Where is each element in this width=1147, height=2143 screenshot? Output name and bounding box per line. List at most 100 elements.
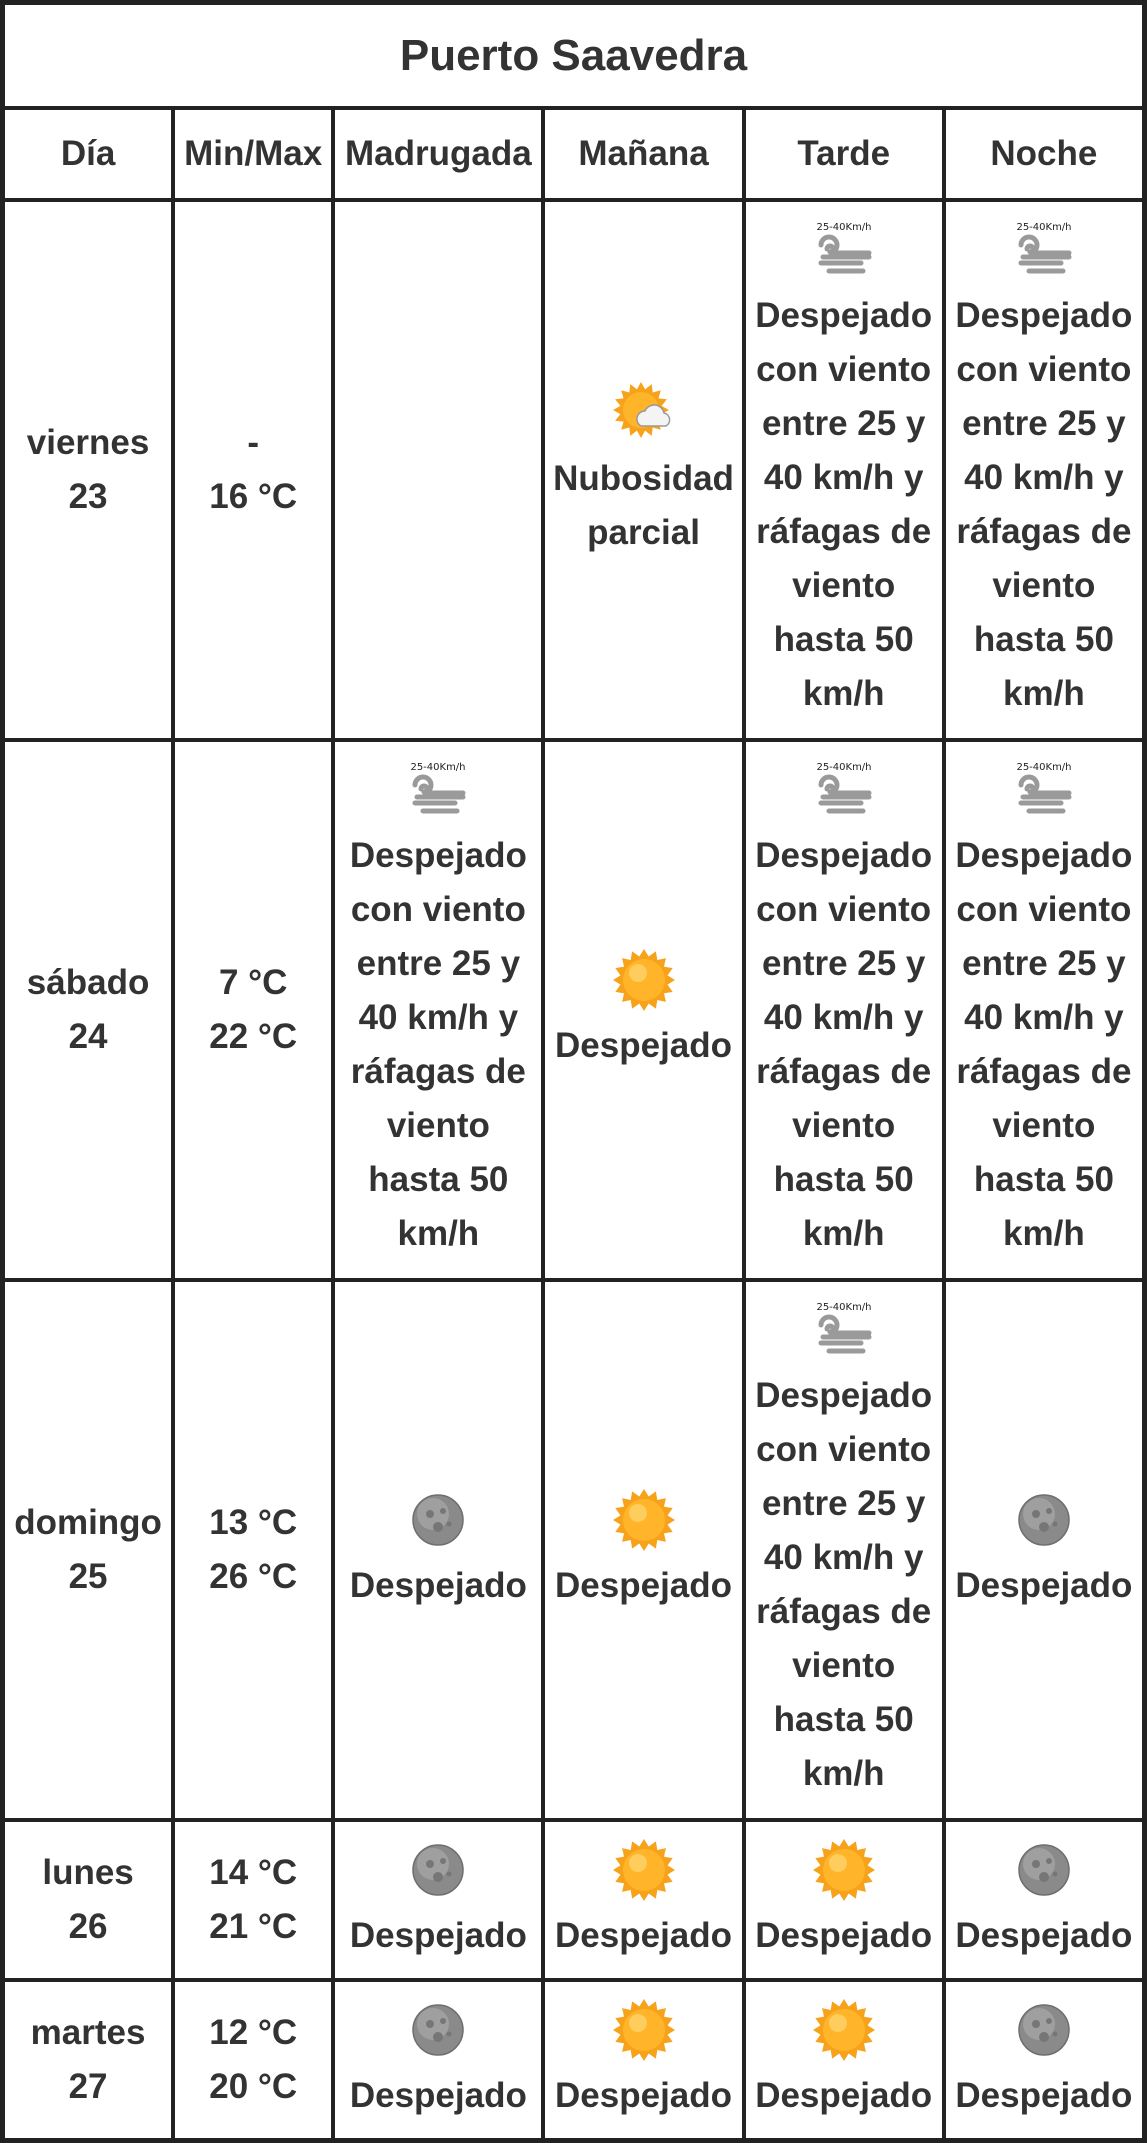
- condition-text: Despejado: [955, 1566, 1133, 1605]
- temp-min: 12 °C: [209, 2013, 298, 2052]
- period-cell-manana: Despejado: [543, 1280, 744, 1820]
- temp-min: 7 °C: [218, 963, 288, 1002]
- sun-icon: [812, 1839, 875, 1901]
- period-cell-tarde: 25-40Km/h Despejado con viento entre 25 y…: [743, 200, 944, 740]
- minmax-cell: 13 °C 26 °C: [173, 1280, 334, 1820]
- sun-icon: [612, 1839, 675, 1901]
- day-cell: viernes 23: [3, 200, 174, 740]
- day-name: viernes: [26, 423, 150, 462]
- sun-icon: [612, 1489, 675, 1551]
- day-cell: sábado 24: [3, 740, 174, 1280]
- condition-text: Despejado con viento entre 25 y 40 km/h …: [955, 296, 1133, 713]
- wind-icon: 25-40Km/h: [1016, 222, 1071, 274]
- period-cell-noche: Despejado: [943, 1820, 1144, 1980]
- condition-text: Despejado con viento entre 25 y 40 km/h …: [955, 836, 1133, 1253]
- temp-max: 26 °C: [209, 1557, 298, 1596]
- minmax-cell: 14 °C 21 °C: [173, 1820, 334, 1980]
- condition-text: Despejado con viento entre 25 y 40 km/h …: [755, 1376, 933, 1793]
- forecast-row: sábado 24 7 °C 22 °C 25-40Km/h Despejado con …: [3, 740, 1144, 1280]
- wind-speed-badge: 25-40Km/h: [411, 762, 466, 773]
- condition-text: Despejado: [555, 1026, 733, 1065]
- forecast-row: lunes 26 14 °C 21 °C Despejado Despejado Despe…: [3, 1820, 1144, 1980]
- day-name: sábado: [26, 963, 150, 1002]
- wind-speed-badge: 25-40Km/h: [1016, 222, 1071, 233]
- temp-min: 14 °C: [209, 1853, 298, 1892]
- temp-max: 16 °C: [209, 477, 298, 516]
- period-cell-madrugada: Despejado: [333, 1820, 544, 1980]
- period-cell-manana: Despejado: [543, 740, 744, 1280]
- period-cell-noche: Despejado: [943, 1980, 1144, 2140]
- header-manana: Mañana: [543, 108, 744, 200]
- moon-icon: [412, 1494, 465, 1546]
- wind-speed-badge: 25-40Km/h: [816, 1302, 871, 1313]
- period-cell-noche: 25-40Km/h Despejado con viento entre 25 y…: [943, 740, 1144, 1280]
- moon-icon: [1018, 2004, 1070, 2056]
- wind-icon: 25-40Km/h: [1016, 762, 1071, 814]
- condition-text: Nubosidad parcial: [553, 459, 734, 552]
- wind-speed-badge: 25-40Km/h: [1016, 762, 1071, 773]
- condition-text: Despejado con viento entre 25 y 40 km/h …: [755, 296, 933, 713]
- period-cell-madrugada: [333, 200, 544, 740]
- condition-text: Despejado con viento entre 25 y 40 km/h …: [755, 836, 933, 1253]
- condition-text: Despejado: [349, 1566, 527, 1605]
- temp-max: 22 °C: [209, 1017, 298, 1056]
- sun-icon: [812, 1999, 875, 2061]
- forecast-row: viernes 23-16 °C Nubosidad parcial 25-40Km/…: [3, 200, 1144, 740]
- condition-text: Despejado: [955, 2076, 1133, 2115]
- period-cell-madrugada: Despejado: [333, 1980, 544, 2140]
- sun-icon: [612, 1999, 675, 2061]
- wind-icon: 25-40Km/h: [411, 762, 466, 814]
- minmax-cell: 7 °C 22 °C: [173, 740, 334, 1280]
- temp-min: 13 °C: [209, 1503, 298, 1542]
- forecast-table: Puerto Saavedra Día Min/Max Madrugada Ma…: [0, 0, 1147, 2143]
- header-noche: Noche: [943, 108, 1144, 200]
- period-cell-manana: Despejado: [543, 1980, 744, 2140]
- day-number: 26: [68, 1907, 108, 1946]
- condition-text: Despejado con viento entre 25 y 40 km/h …: [349, 836, 527, 1253]
- condition-text: Despejado: [555, 1566, 733, 1605]
- wind-icon: 25-40Km/h: [816, 222, 871, 274]
- sun-icon: [612, 949, 675, 1011]
- day-name: lunes: [42, 1853, 134, 1892]
- day-number: 24: [68, 1017, 108, 1056]
- location-title: Puerto Saavedra: [3, 3, 1144, 108]
- day-number: 27: [68, 2067, 108, 2106]
- period-cell-manana: Despejado: [543, 1820, 744, 1980]
- period-cell-madrugada: 25-40Km/h Despejado con viento entre 25 y…: [333, 740, 544, 1280]
- period-cell-tarde: Despejado: [743, 1980, 944, 2140]
- temp-max: 20 °C: [209, 2067, 298, 2106]
- period-cell-madrugada: Despejado: [333, 1280, 544, 1820]
- moon-icon: [412, 2004, 465, 2056]
- moon-icon: [1018, 1844, 1070, 1896]
- header-tarde: Tarde: [743, 108, 944, 200]
- period-cell-manana: Nubosidad parcial: [543, 200, 744, 740]
- day-number: 23: [68, 477, 108, 516]
- day-number: 25: [68, 1557, 108, 1596]
- condition-text: Despejado: [349, 2076, 527, 2115]
- header-minmax: Min/Max: [173, 108, 334, 200]
- wind-speed-badge: 25-40Km/h: [816, 222, 871, 233]
- period-cell-tarde: 25-40Km/h Despejado con viento entre 25 y…: [743, 1280, 944, 1820]
- condition-text: Despejado: [555, 1916, 733, 1955]
- moon-icon: [412, 1844, 465, 1896]
- condition-text: Despejado: [955, 1916, 1133, 1955]
- period-cell-tarde: 25-40Km/h Despejado con viento entre 25 y…: [743, 740, 944, 1280]
- header-day: Día: [3, 108, 174, 200]
- header-madrugada: Madrugada: [333, 108, 544, 200]
- period-cell-tarde: Despejado: [743, 1820, 944, 1980]
- minmax-cell: 12 °C 20 °C: [173, 1980, 334, 2140]
- day-name: domingo: [14, 1503, 162, 1542]
- wind-icon: 25-40Km/h: [816, 1302, 871, 1354]
- condition-text: Despejado: [349, 1916, 527, 1955]
- condition-text: Despejado: [555, 2076, 733, 2115]
- moon-icon: [1018, 1494, 1070, 1546]
- forecast-body: viernes 23-16 °C Nubosidad parcial 25-40Km/…: [3, 200, 1144, 2140]
- day-cell: domingo 25: [3, 1280, 174, 1820]
- forecast-row: domingo 25 13 °C 26 °C Despejado Despejado 25-…: [3, 1280, 1144, 1820]
- wind-icon: 25-40Km/h: [816, 762, 871, 814]
- minmax-cell: - 16 °C: [173, 200, 334, 740]
- temp-max: 21 °C: [209, 1907, 298, 1946]
- temp-min: -: [247, 423, 260, 462]
- forecast-row: martes 27 12 °C 20 °C Despejado Despejado Desp…: [3, 1980, 1144, 2140]
- condition-text: Despejado: [755, 2076, 933, 2115]
